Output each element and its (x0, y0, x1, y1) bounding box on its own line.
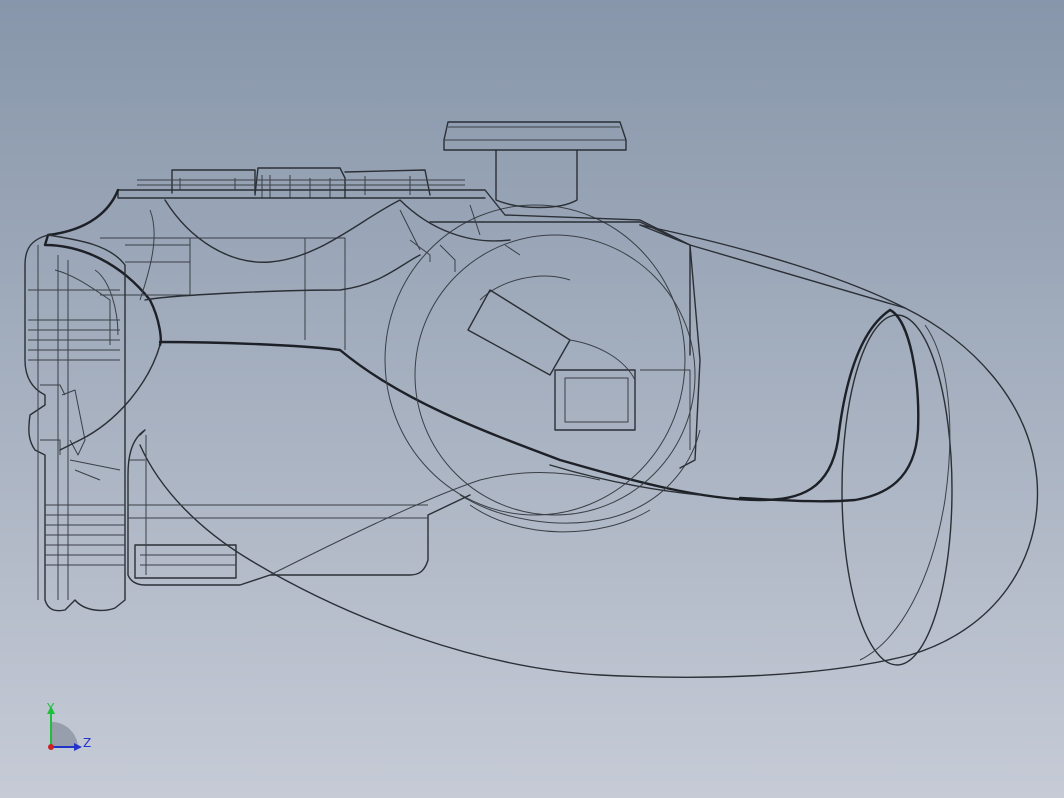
z-axis-label: Z (83, 736, 91, 750)
viewport-background (0, 0, 1064, 798)
cad-viewport[interactable]: Y Z (0, 0, 1064, 798)
triad-origin (48, 744, 54, 750)
y-axis-label: Y (46, 701, 55, 715)
model-canvas[interactable]: Y Z (0, 0, 1064, 798)
